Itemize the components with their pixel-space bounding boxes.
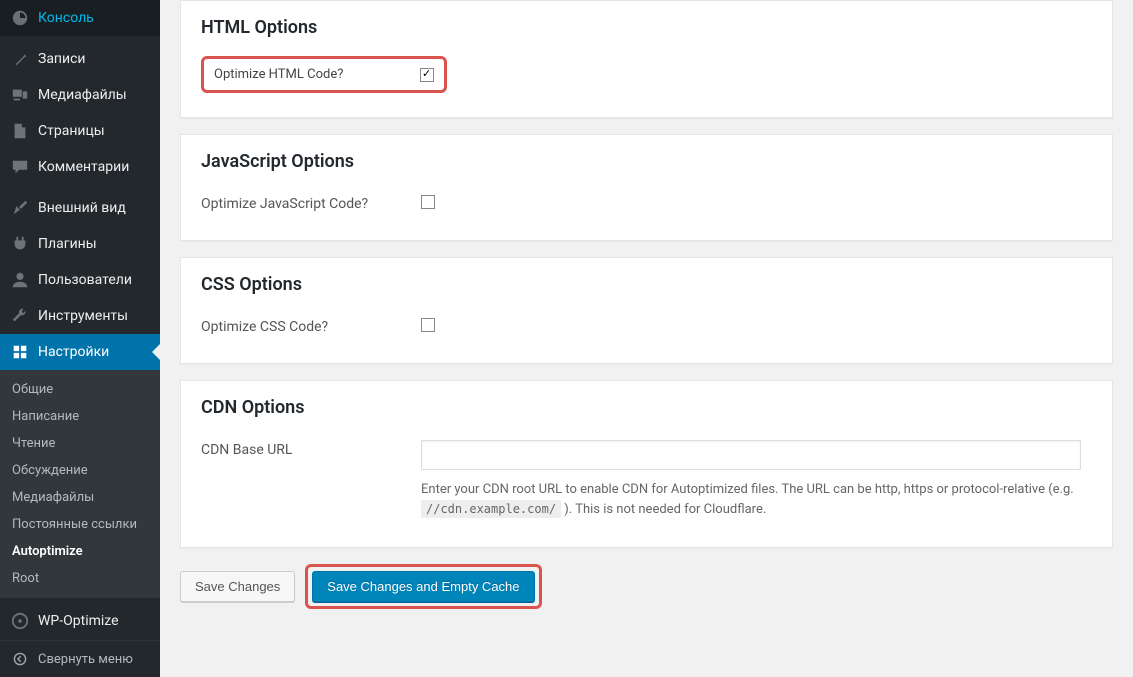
comments-icon: [10, 157, 30, 177]
submenu-root[interactable]: Root: [0, 565, 160, 592]
submenu-writing[interactable]: Написание: [0, 403, 160, 430]
pages-icon: [10, 121, 30, 141]
dashboard-icon: [10, 8, 30, 28]
sidebar-item-dashboard[interactable]: Консоль: [0, 0, 160, 36]
tools-icon: [10, 306, 30, 326]
collapse-icon: [10, 649, 30, 669]
sidebar-item-tools[interactable]: Инструменты: [0, 298, 160, 334]
sidebar-item-label: Пользователи: [38, 272, 132, 288]
sidebar-item-label: Консоль: [38, 10, 94, 26]
optimize-js-label: Optimize JavaScript Code?: [201, 194, 421, 212]
sidebar-item-label: Инструменты: [38, 308, 128, 324]
sidebar-item-appearance[interactable]: Внешний вид: [0, 190, 160, 226]
collapse-label: Свернуть меню: [38, 652, 133, 667]
cdn-url-input[interactable]: [421, 440, 1081, 470]
sidebar-item-media[interactable]: Медиафайлы: [0, 77, 160, 113]
sidebar-item-label: Записи: [38, 51, 86, 67]
optimize-css-label: Optimize CSS Code?: [201, 317, 421, 335]
admin-sidebar: Консоль Записи Медиафайлы Страницы Комме…: [0, 0, 160, 677]
sidebar-item-label: WP-Optimize: [38, 613, 119, 629]
section-title: CDN Options: [201, 397, 1092, 418]
optimize-css-checkbox[interactable]: [421, 318, 435, 332]
optimize-js-checkbox[interactable]: [421, 195, 435, 209]
cdn-options-section: CDN Options CDN Base URL Enter your CDN …: [180, 380, 1113, 548]
optimize-icon: [10, 611, 30, 631]
appearance-icon: [10, 198, 30, 218]
optimize-html-highlight: Optimize HTML Code?: [201, 56, 447, 93]
submenu-autoptimize[interactable]: Autoptimize: [0, 538, 160, 565]
sidebar-item-label: Комментарии: [38, 159, 129, 175]
submenu-reading[interactable]: Чтение: [0, 430, 160, 457]
sidebar-item-label: Плагины: [38, 236, 97, 252]
users-icon: [10, 270, 30, 290]
sidebar-item-settings[interactable]: Настройки: [0, 334, 160, 370]
sidebar-item-users[interactable]: Пользователи: [0, 262, 160, 298]
submenu-discussion[interactable]: Обсуждение: [0, 457, 160, 484]
save-and-empty-button[interactable]: Save Changes and Empty Cache: [312, 571, 534, 602]
media-icon: [10, 85, 30, 105]
cdn-url-row: CDN Base URL Enter your CDN root URL to …: [201, 436, 1092, 523]
optimize-html-label: Optimize HTML Code?: [214, 67, 420, 82]
plugins-icon: [10, 234, 30, 254]
pin-icon: [10, 49, 30, 69]
submenu-media[interactable]: Медиафайлы: [0, 484, 160, 511]
settings-submenu: Общие Написание Чтение Обсуждение Медиаф…: [0, 370, 160, 598]
sidebar-item-wpoptimize[interactable]: WP-Optimize: [0, 603, 160, 639]
cdn-url-description: Enter your CDN root URL to enable CDN fo…: [421, 480, 1092, 519]
css-options-section: CSS Options Optimize CSS Code?: [180, 257, 1113, 364]
sidebar-item-label: Внешний вид: [38, 200, 126, 216]
settings-icon: [10, 342, 30, 362]
save-and-empty-highlight: Save Changes and Empty Cache: [305, 564, 541, 609]
sidebar-item-comments[interactable]: Комментарии: [0, 149, 160, 185]
submenu-permalinks[interactable]: Постоянные ссылки: [0, 511, 160, 538]
section-title: CSS Options: [201, 274, 1092, 295]
js-options-section: JavaScript Options Optimize JavaScript C…: [180, 134, 1113, 241]
sidebar-item-posts[interactable]: Записи: [0, 41, 160, 77]
collapse-menu[interactable]: Свернуть меню: [0, 640, 160, 677]
action-buttons: Save Changes Save Changes and Empty Cach…: [180, 564, 1113, 609]
optimize-css-row: Optimize CSS Code?: [201, 313, 1092, 339]
save-changes-button[interactable]: Save Changes: [180, 571, 295, 602]
optimize-html-checkbox[interactable]: [420, 68, 434, 82]
main-content: HTML Options Optimize HTML Code? JavaScr…: [160, 0, 1133, 677]
submenu-general[interactable]: Общие: [0, 376, 160, 403]
cdn-url-label: CDN Base URL: [201, 440, 421, 458]
sidebar-item-plugins[interactable]: Плагины: [0, 226, 160, 262]
section-title: JavaScript Options: [201, 151, 1092, 172]
html-options-section: HTML Options Optimize HTML Code?: [180, 0, 1113, 118]
optimize-js-row: Optimize JavaScript Code?: [201, 190, 1092, 216]
sidebar-item-label: Страницы: [38, 123, 105, 139]
sidebar-item-pages[interactable]: Страницы: [0, 113, 160, 149]
sidebar-item-label: Медиафайлы: [38, 87, 127, 103]
section-title: HTML Options: [201, 17, 1092, 38]
sidebar-item-label: Настройки: [38, 344, 109, 360]
